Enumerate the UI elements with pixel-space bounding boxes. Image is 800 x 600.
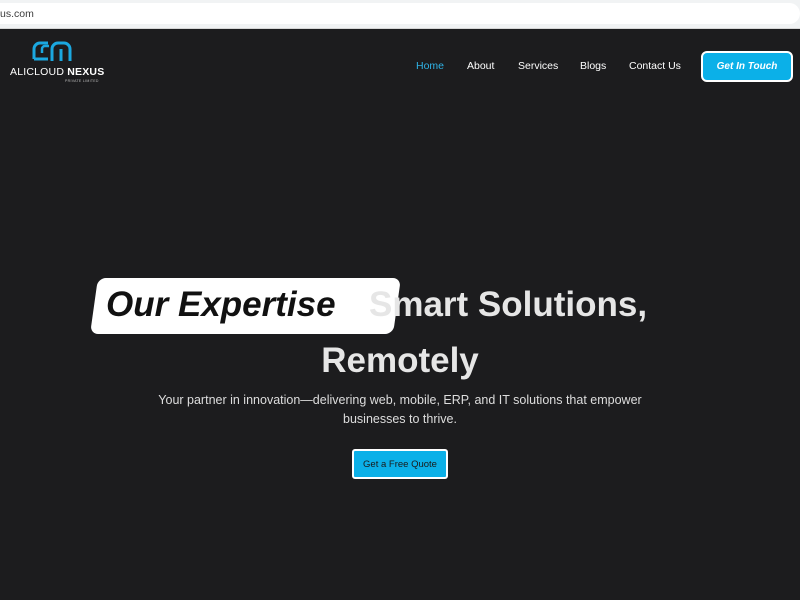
- logo-tagline: PRIVATE LIMITED: [65, 79, 99, 83]
- nav-item-blogs[interactable]: Blogs: [580, 60, 606, 72]
- get-in-touch-button[interactable]: Get In Touch: [701, 51, 793, 82]
- browser-address-bar: us.com: [0, 0, 800, 29]
- hero-headline-rest: Smart Solutions,: [369, 285, 648, 324]
- nav-item-about[interactable]: About: [467, 60, 494, 72]
- url-field[interactable]: us.com: [0, 3, 800, 24]
- hero-headline-line1: Our Expertise Smart Solutions,: [0, 278, 800, 334]
- hero-highlight-text: Our Expertise: [106, 285, 336, 324]
- url-text: us.com: [0, 8, 34, 20]
- hero-headline-line2: Remotely: [321, 341, 479, 380]
- nav-item-services[interactable]: Services: [518, 60, 558, 72]
- hero-subtitle: Your partner in innovation—delivering we…: [158, 393, 642, 426]
- get-free-quote-button[interactable]: Get a Free Quote: [352, 449, 448, 479]
- nav-item-contact[interactable]: Contact Us: [629, 60, 681, 72]
- main-nav: Home About Services Blogs Contact Us: [0, 60, 800, 76]
- website: ALICLOUD NEXUS PRIVATE LIMITED Home Abou…: [0, 29, 800, 600]
- nav-item-home[interactable]: Home: [416, 60, 444, 72]
